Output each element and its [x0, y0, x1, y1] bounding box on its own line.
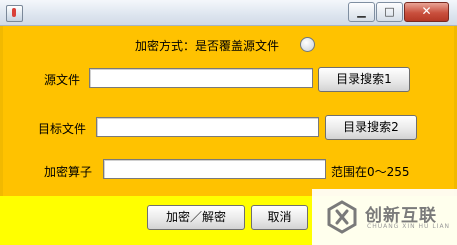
maximize-button[interactable]: □ [376, 2, 403, 22]
java-app-icon [6, 5, 23, 22]
browse-target-button[interactable]: 目录搜索2 [325, 115, 417, 140]
overwrite-source-radio[interactable] [300, 37, 315, 52]
target-file-input[interactable] [96, 117, 319, 137]
encryption-mode-label: 加密方式：是否覆盖源文件 [135, 39, 280, 53]
brand-logo-icon [327, 200, 357, 234]
cipher-operator-label: 加密算子 [44, 165, 93, 179]
target-file-label: 目标文件 [38, 122, 87, 136]
source-file-input[interactable] [89, 68, 313, 88]
watermark-subtext: CHUANG XIN HU LIAN [367, 223, 451, 230]
minimize-button[interactable]: ▁ [348, 2, 375, 22]
watermark: 创新互联 CHUANG XIN HU LIAN [312, 189, 457, 245]
cancel-button[interactable]: 取消 [251, 205, 308, 230]
title-bar: ▁ □ ✕ [0, 0, 457, 26]
browse-source-button[interactable]: 目录搜索1 [318, 67, 410, 92]
close-button[interactable]: ✕ [404, 2, 449, 22]
encrypt-decrypt-button[interactable]: 加密／解密 [147, 205, 245, 230]
cipher-operator-input[interactable] [103, 159, 326, 179]
range-hint-label: 范围在0～255 [331, 165, 410, 179]
source-file-label: 源文件 [44, 73, 81, 87]
